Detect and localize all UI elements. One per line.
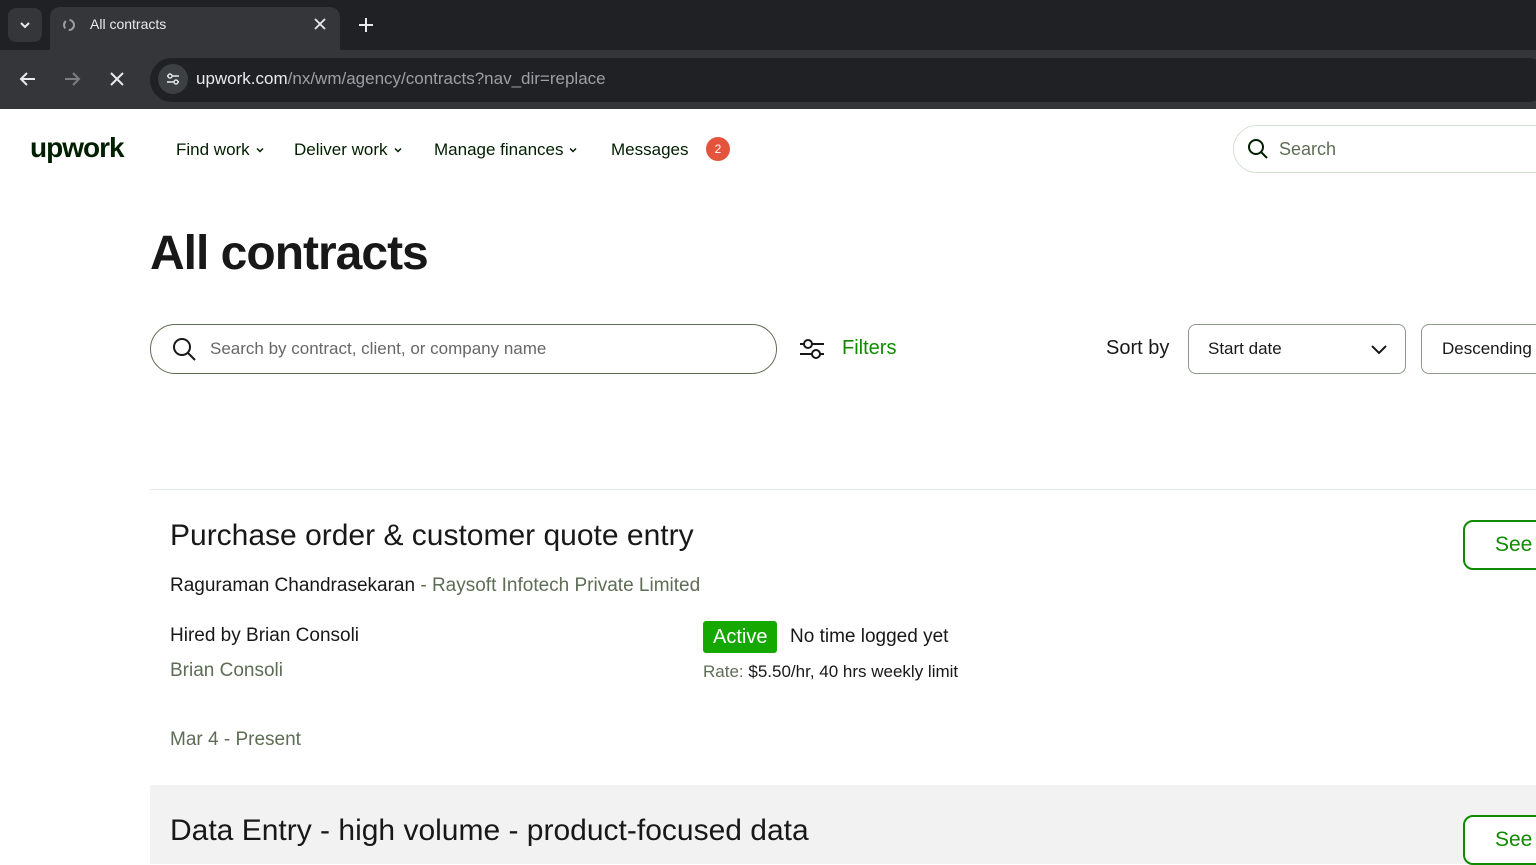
contract-title[interactable]: Purchase order & customer quote entry — [170, 519, 694, 553]
header-search-placeholder: Search — [1279, 139, 1337, 159]
chevron-down-icon — [20, 22, 30, 29]
search-icon — [173, 338, 196, 361]
nav-deliver-work-label: Deliver work — [294, 140, 388, 159]
client-separator: - — [415, 575, 432, 596]
time-logged: No time logged yet — [790, 626, 949, 647]
rate-line: Rate: $5.50/hr, 40 hrs weekly limit — [703, 662, 958, 682]
stop-loading-icon[interactable] — [104, 66, 130, 92]
url-text[interactable]: upwork.com/nx/wm/agency/contracts?nav_di… — [196, 69, 606, 89]
chevron-down-icon — [256, 147, 264, 153]
close-tab-icon[interactable] — [310, 14, 330, 34]
sort-order-value: Descending — [1442, 339, 1532, 358]
nav-messages[interactable]: Messages — [611, 140, 688, 160]
nav-manage-finances[interactable]: Manage finances — [434, 140, 579, 160]
contract-title[interactable]: Data Entry - high volume - product-focus… — [170, 814, 809, 848]
rate-label: Rate: — [703, 662, 744, 681]
client-line: Raguraman Chandrasekaran - Raysoft Infot… — [170, 575, 700, 597]
see-contract-label: See — [1495, 533, 1533, 556]
browser-tab-title: All contracts — [90, 16, 167, 32]
sort-by-label: Sort by — [1106, 337, 1170, 359]
sort-field-value: Start date — [1208, 339, 1282, 358]
messages-count-badge: 2 — [706, 137, 730, 161]
status-badge: Active — [703, 621, 778, 653]
contract-dates: Mar 4 - Present — [170, 729, 301, 750]
forward-icon[interactable] — [59, 66, 85, 92]
chevron-down-icon — [569, 147, 578, 153]
back-icon[interactable] — [15, 66, 41, 92]
filters-button[interactable]: Filters — [842, 337, 896, 360]
nav-messages-label: Messages — [611, 140, 689, 159]
rate-value: $5.50/hr, 40 hrs weekly limit — [748, 662, 959, 681]
client-name: Raguraman Chandrasekaran — [170, 575, 416, 596]
chevron-down-icon — [1371, 345, 1387, 355]
tab-search-button[interactable] — [8, 8, 42, 42]
nav-manage-finances-label: Manage finances — [434, 140, 564, 159]
chevron-down-icon — [394, 147, 402, 153]
contract-search-placeholder: Search by contract, client, or company n… — [210, 339, 547, 358]
loading-favicon-icon — [63, 19, 75, 31]
contact-name: Brian Consoli — [170, 660, 283, 681]
hired-by: Hired by Brian Consoli — [170, 625, 360, 646]
list-divider — [150, 489, 1536, 490]
new-tab-icon[interactable] — [354, 13, 378, 37]
see-contract-label: See — [1495, 828, 1533, 851]
nav-deliver-work[interactable]: Deliver work — [294, 140, 404, 160]
filters-icon[interactable] — [798, 334, 826, 364]
nav-find-work[interactable]: Find work — [176, 140, 266, 160]
nav-find-work-label: Find work — [176, 140, 250, 159]
url-host: upwork.com — [196, 69, 288, 88]
tune-icon — [167, 73, 179, 85]
site-info-button[interactable] — [158, 64, 188, 94]
upwork-logo[interactable]: upwork — [30, 132, 125, 164]
url-path: /nx/wm/agency/contracts?nav_dir=replace — [287, 69, 606, 88]
page-title: All contracts — [150, 227, 429, 280]
client-company: Raysoft Infotech Private Limited — [431, 575, 701, 596]
search-icon — [1248, 139, 1268, 159]
